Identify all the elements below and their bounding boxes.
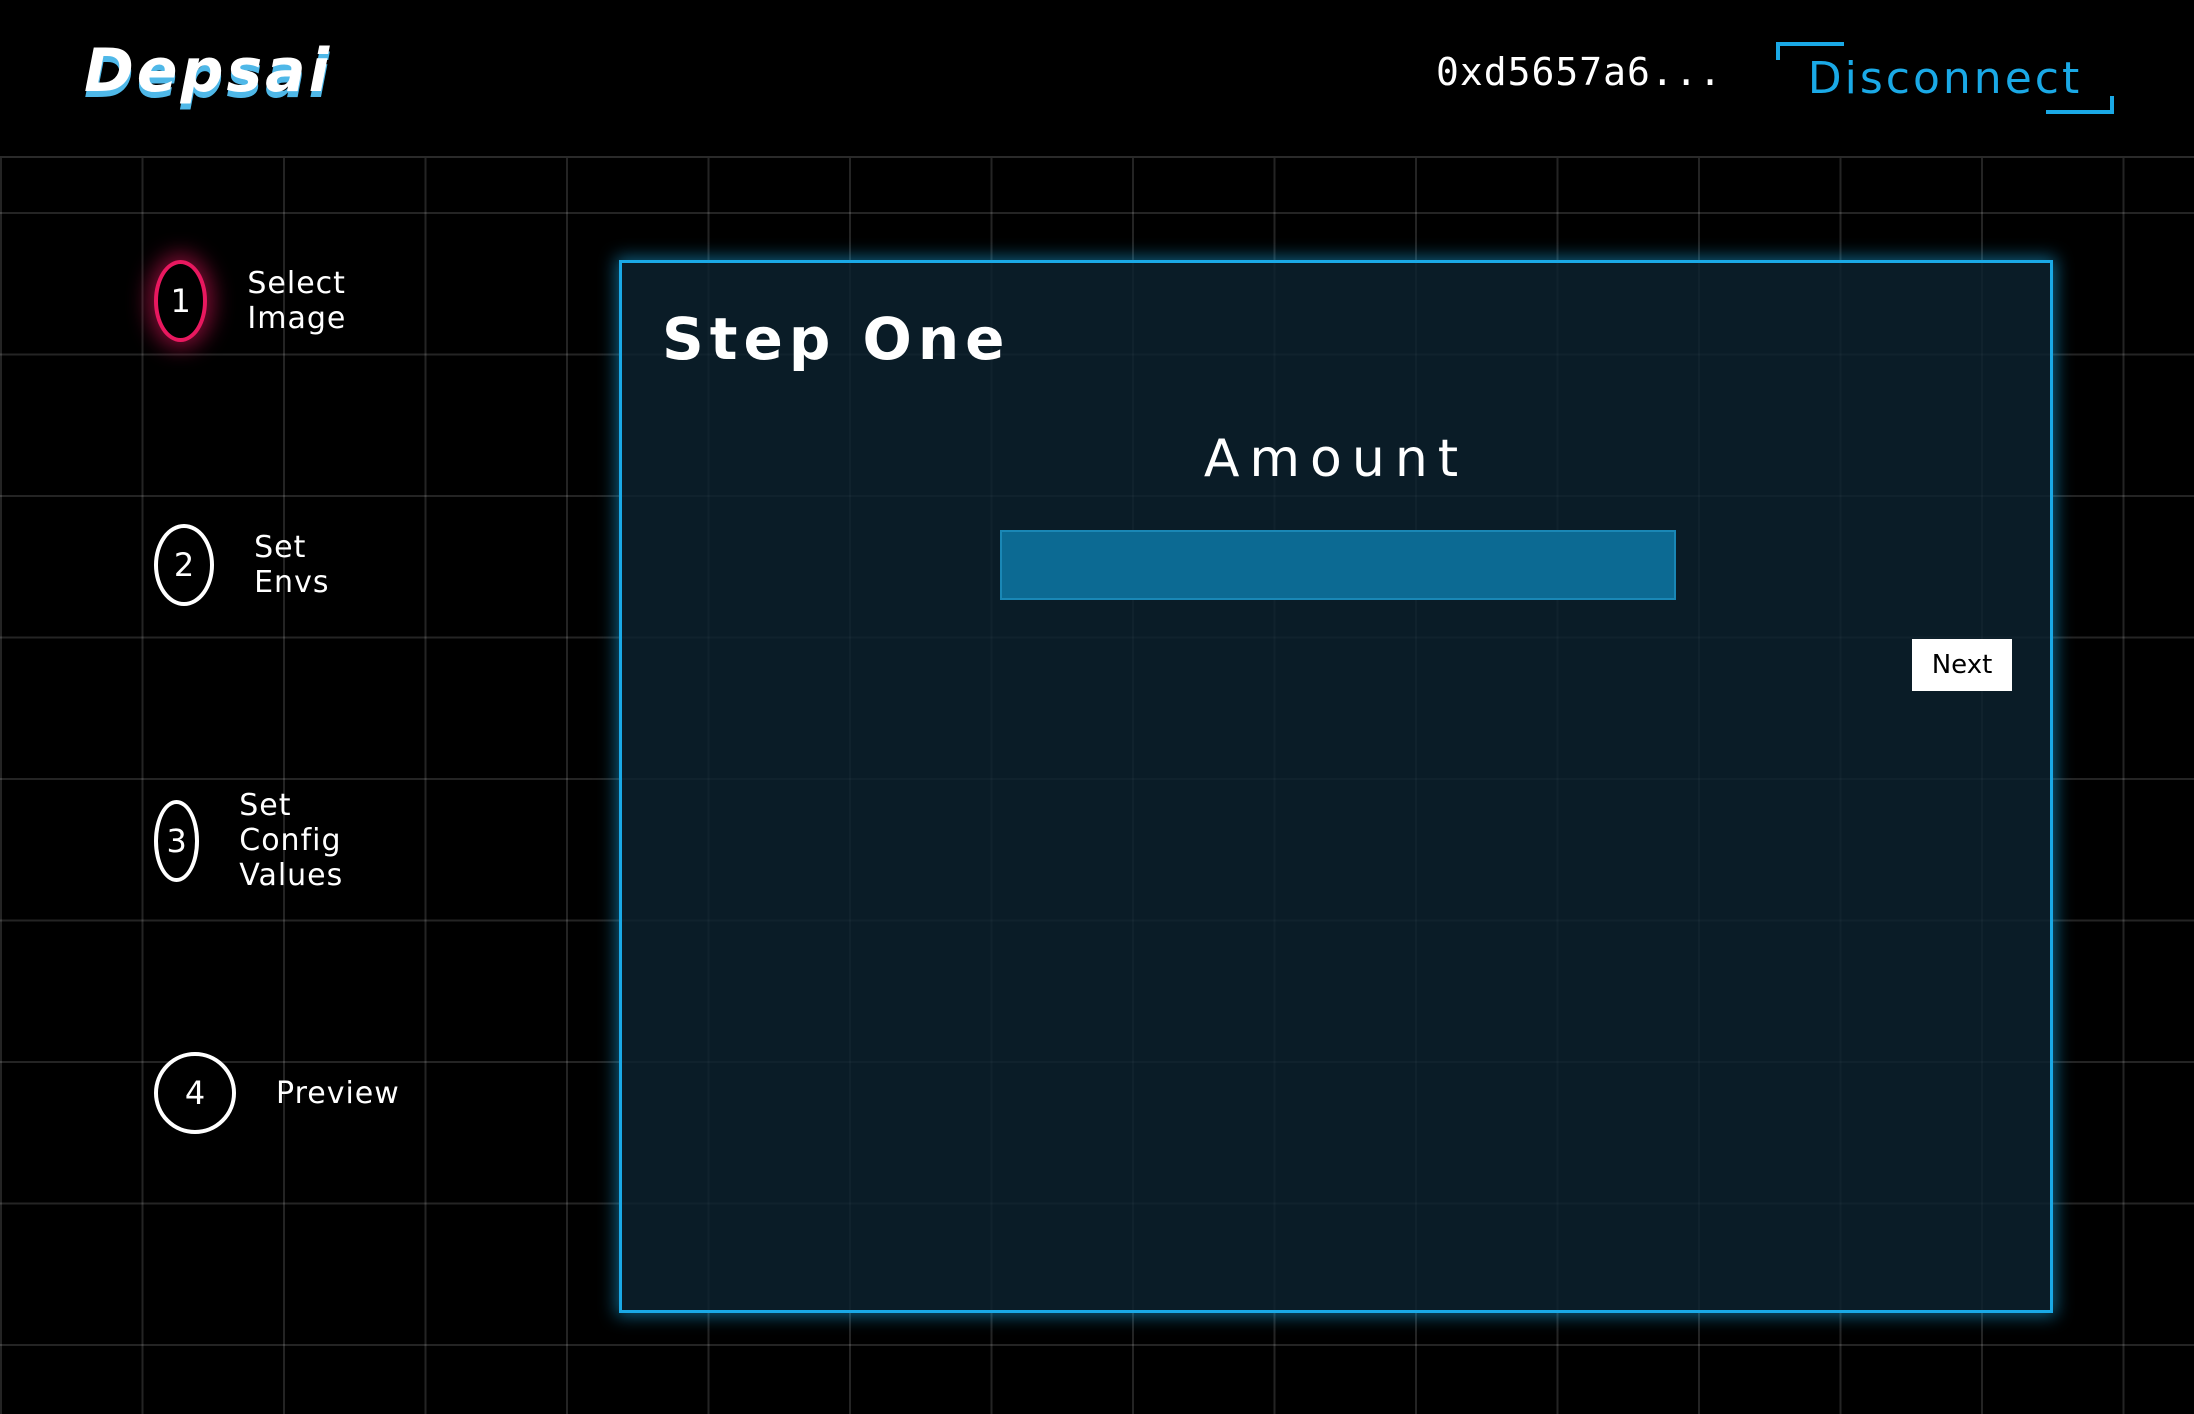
disconnect-button[interactable]: Disconnect xyxy=(1776,42,2114,114)
step-label: Set Config Values xyxy=(239,788,344,893)
disconnect-label: Disconnect xyxy=(1807,52,2083,104)
next-button[interactable]: Next xyxy=(1912,639,2012,691)
app-logo[interactable]: Depsai xyxy=(84,36,332,106)
step-item-select-image[interactable]: 1 Select Image xyxy=(154,260,375,342)
step-item-set-envs[interactable]: 2 Set Envs xyxy=(154,524,351,606)
corner-bracket-decoration xyxy=(1776,42,1844,60)
step-number-badge: 2 xyxy=(154,524,215,606)
corner-bracket-decoration xyxy=(2046,96,2114,114)
top-bar: Depsai 0xd5657a6... Disconnect xyxy=(0,0,2194,158)
step-number-badge: 1 xyxy=(154,260,208,342)
step-panel: Step One Amount Next xyxy=(619,260,2053,1313)
step-number-badge: 3 xyxy=(154,799,200,882)
step-label: Set Envs xyxy=(254,530,330,600)
step-label: Select Image xyxy=(247,266,347,336)
step-number-badge: 4 xyxy=(154,1052,236,1134)
amount-label: Amount xyxy=(1203,429,1469,489)
wallet-address: 0xd5657a6... xyxy=(1436,50,1723,94)
step-item-preview[interactable]: 4 Preview xyxy=(154,1052,400,1134)
page-title: Step One xyxy=(662,305,1011,373)
step-item-set-config-values[interactable]: 3 Set Config Values xyxy=(154,788,380,893)
amount-input[interactable] xyxy=(1000,530,1676,600)
step-label: Preview xyxy=(276,1075,400,1111)
